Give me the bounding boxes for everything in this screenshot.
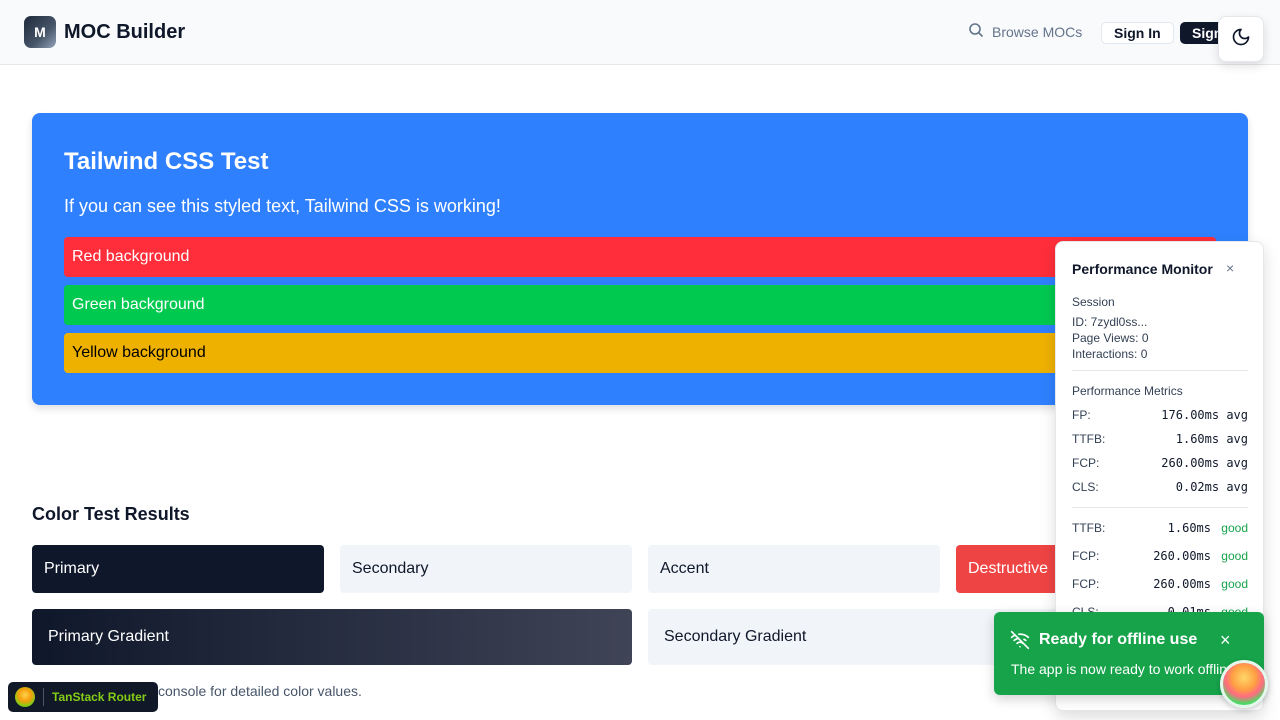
metric-row: CLS: 0.02ms avg (1072, 480, 1248, 494)
entry-rating: good (1221, 521, 1248, 535)
toast-message: The app is now ready to work offline. (1011, 661, 1239, 677)
metric-entry: FCP: 260.00ms good (1072, 549, 1248, 563)
query-devtools-toggle-icon[interactable] (1220, 660, 1268, 708)
tailwind-test-title: Tailwind CSS Test (64, 148, 269, 175)
browse-mocs-link[interactable]: Browse MOCs (968, 22, 1082, 41)
entry-label: FCP: (1072, 577, 1100, 591)
divider (1072, 507, 1248, 508)
entry-label: TTFB: (1072, 521, 1106, 535)
metric-entry: TTFB: 1.60ms good (1072, 521, 1248, 535)
divider (1072, 370, 1248, 371)
metric-entry: FCP: 260.00ms good (1072, 577, 1248, 591)
entry-value: 260.00ms (1153, 549, 1211, 563)
metric-value: 260.00ms avg (1161, 456, 1248, 470)
metrics-heading: Performance Metrics (1072, 384, 1183, 398)
logo-link[interactable]: M MOC Builder (24, 16, 185, 48)
entry-value: 260.00ms (1153, 577, 1211, 591)
router-devtools-label: TanStack Router (52, 690, 147, 704)
tailwind-test-subtitle: If you can see this styled text, Tailwin… (64, 196, 501, 216)
metric-row: FP: 176.00ms avg (1072, 408, 1248, 422)
color-test-title: Color Test Results (32, 504, 190, 524)
primary-gradient-swatch: Primary Gradient (32, 609, 632, 665)
toast-title: Ready for offline use (1039, 631, 1198, 648)
divider (43, 688, 44, 706)
metric-value: 0.02ms avg (1175, 480, 1248, 494)
metric-row: FCP: 260.00ms avg (1072, 456, 1248, 470)
accent-swatch: Accent (648, 545, 940, 593)
theme-toggle-button[interactable] (1218, 16, 1264, 62)
performance-monitor-title: Performance Monitor (1072, 261, 1213, 277)
app-name: MOC Builder (64, 20, 186, 43)
metric-value: 1.60ms avg (1175, 432, 1248, 446)
metric-label: CLS: (1072, 480, 1099, 494)
search-icon (968, 22, 984, 41)
browse-label: Browse MOCs (992, 23, 1083, 40)
entry-label: FCP: (1072, 549, 1100, 563)
metric-label: FCP: (1072, 456, 1100, 470)
tanstack-router-devtools-button[interactable]: TanStack Router (8, 682, 158, 712)
sign-in-button[interactable]: Sign In (1101, 22, 1174, 44)
entry-rating: good (1221, 577, 1248, 591)
logo-badge: M (24, 16, 56, 48)
moon-icon (1231, 27, 1251, 52)
session-heading: Session (1072, 295, 1115, 309)
session-id: ID: 7zydl0ss... (1072, 315, 1148, 329)
interactions: Interactions: 0 (1072, 347, 1148, 361)
toast-close-button[interactable]: × (1220, 630, 1231, 651)
primary-swatch: Primary (32, 545, 324, 593)
secondary-swatch: Secondary (340, 545, 632, 593)
yellow-background-bar: Yellow background (64, 333, 1216, 373)
metric-value: 176.00ms avg (1161, 408, 1248, 422)
metric-label: TTFB: (1072, 432, 1106, 446)
entry-rating: good (1221, 549, 1248, 563)
wifi-off-icon (1010, 630, 1030, 650)
console-note: console for detailed color values. (158, 683, 362, 699)
tanstack-logo-icon (15, 687, 35, 707)
entry-value: 1.60ms (1167, 521, 1211, 535)
red-background-bar: Red background (64, 237, 1216, 277)
app-header: M MOC Builder Browse MOCs Sign In Sign U… (0, 0, 1280, 65)
page-views: Page Views: 0 (1072, 331, 1149, 345)
green-background-bar: Green background (64, 285, 1216, 325)
metric-row: TTFB: 1.60ms avg (1072, 432, 1248, 446)
performance-monitor-close-button[interactable]: × (1226, 260, 1234, 276)
metric-label: FP: (1072, 408, 1091, 422)
